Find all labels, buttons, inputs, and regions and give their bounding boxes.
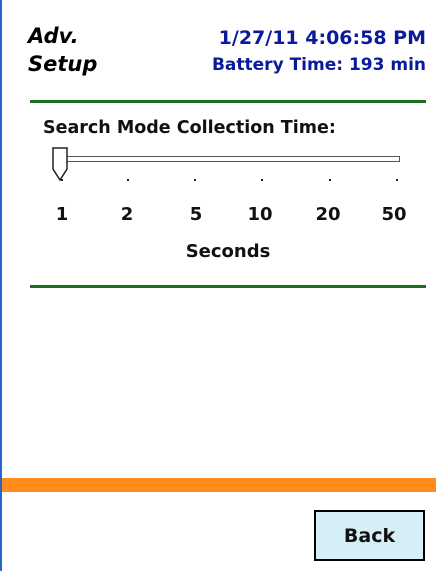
page-title-line1: Adv. — [28, 24, 79, 48]
slider-thumb-icon[interactable] — [50, 147, 70, 181]
slider-tick — [329, 179, 331, 181]
slider-tick — [61, 179, 63, 181]
slider-tick-labels: 1 2 5 10 20 50 — [0, 204, 436, 226]
tick-label: 10 — [247, 204, 273, 225]
top-divider — [30, 100, 426, 103]
unit-label: Seconds — [185, 241, 271, 262]
back-button[interactable]: Back — [314, 510, 425, 561]
slider-track[interactable] — [60, 156, 400, 162]
tick-label: 1 — [55, 204, 69, 225]
slider-tick — [261, 179, 263, 181]
slider-tick — [194, 179, 196, 181]
battery-time: Battery Time: 193 min — [211, 55, 426, 75]
tick-label: 50 — [381, 204, 407, 225]
collection-time-label: Search Mode Collection Time: — [43, 118, 336, 138]
datetime-display: 1/27/11 4:06:58 PM — [218, 27, 426, 49]
tick-label: 2 — [120, 204, 134, 225]
slider-tick — [396, 179, 398, 181]
page-title: Adv. Setup — [28, 22, 97, 78]
tick-label: 5 — [189, 204, 203, 225]
collection-time-slider[interactable] — [44, 146, 404, 186]
page-title-line2: Setup — [28, 52, 98, 76]
status-header: 1/27/11 4:06:58 PM Battery Time: 193 min — [212, 25, 426, 77]
bottom-divider — [30, 285, 426, 288]
tick-label: 20 — [315, 204, 341, 225]
slider-tick — [127, 179, 129, 181]
footer-accent-bar — [2, 478, 436, 492]
